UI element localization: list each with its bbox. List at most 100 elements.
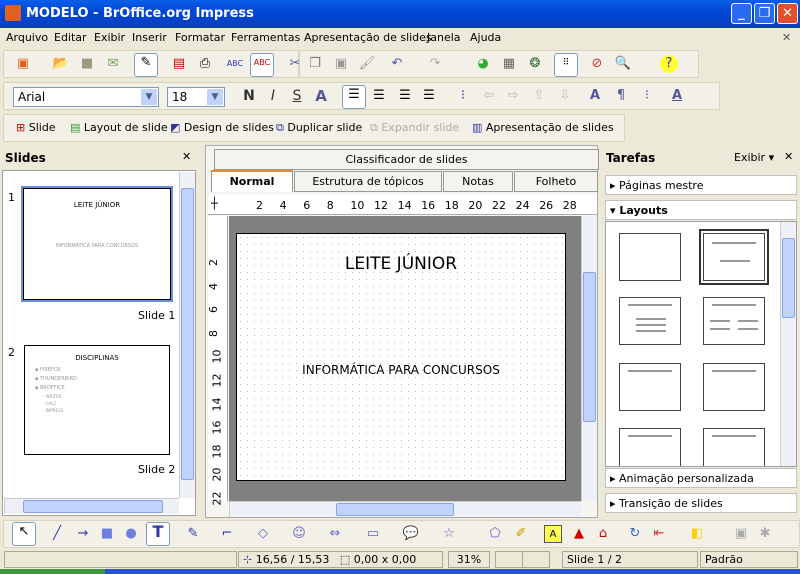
section-layouts[interactable]: ▾ Layouts (605, 200, 797, 220)
close-button[interactable]: ✕ (777, 3, 798, 24)
close-slides-panel-icon[interactable]: ✕ (182, 150, 191, 163)
layout-blank[interactable] (619, 233, 681, 281)
effects-icon[interactable]: ✱ (756, 525, 774, 543)
callouts-icon[interactable]: 💬 (402, 525, 420, 543)
export-pdf-icon[interactable]: ▤ (170, 55, 188, 73)
align-right-icon[interactable]: ☰ (396, 87, 414, 105)
layout-title-slide[interactable] (699, 229, 769, 285)
align-center-icon[interactable]: ☰ (370, 87, 388, 105)
layout-title-2-content[interactable] (703, 297, 765, 345)
undo-icon[interactable]: ↶ (388, 55, 406, 73)
close-tasks-icon[interactable]: ✕ (784, 150, 793, 163)
select-icon[interactable]: ↖ (12, 522, 36, 546)
demote-icon[interactable]: ⇨ (504, 87, 522, 105)
scroll-thumb[interactable] (782, 238, 795, 318)
tasks-view-menu[interactable]: Exibir ▾ (734, 151, 774, 164)
save-icon[interactable]: ■ (78, 55, 96, 73)
outline-button[interactable]: A (312, 87, 330, 105)
layout-title-content[interactable] (619, 297, 681, 345)
menu-ajuda[interactable]: Ajuda (470, 31, 501, 44)
section-master-pages[interactable]: ▸ Páginas mestre (605, 175, 797, 195)
layout-title-only[interactable] (619, 363, 681, 411)
autospellcheck-icon[interactable]: ABC (250, 53, 274, 77)
line-icon[interactable]: ╱ (48, 525, 66, 543)
symbol-shapes-icon[interactable]: ☺ (290, 525, 308, 543)
character-icon[interactable]: A (586, 87, 604, 105)
shadow-button[interactable]: S (288, 87, 306, 105)
minimize-button[interactable]: _ (731, 3, 752, 24)
slides-vertical-scrollbar[interactable] (179, 172, 195, 498)
arrow-icon[interactable]: → (74, 525, 92, 543)
edit-horizontal-scrollbar[interactable] (229, 501, 581, 517)
help-icon[interactable]: ? (660, 55, 678, 73)
paste-icon[interactable]: ▣ (332, 55, 350, 73)
spellcheck-icon[interactable]: ABC (226, 55, 244, 73)
menu-formatar[interactable]: Formatar (175, 31, 225, 44)
layouts-scrollbar[interactable] (780, 222, 796, 466)
layout-title-chart[interactable] (619, 428, 681, 466)
zoom-icon[interactable]: 🔍 (614, 55, 632, 73)
bullets-numbering-icon[interactable]: ⁝ (638, 87, 656, 105)
rectangle-icon[interactable]: ■ (98, 525, 116, 543)
extrusion-icon[interactable]: ⌂ (594, 525, 612, 543)
edit-file-icon[interactable]: ✎ (134, 53, 158, 77)
gallery-icon[interactable]: ▲ (570, 525, 588, 543)
menu-ferramentas[interactable]: Ferramentas (231, 31, 300, 44)
arrange-icon[interactable]: ◧ (688, 525, 706, 543)
email-icon[interactable]: ✉ (104, 55, 122, 73)
font-name-combo[interactable]: Arial ▼ (13, 87, 159, 107)
from-file-icon[interactable]: A (544, 525, 562, 543)
status-zoom[interactable]: 31% (448, 551, 490, 568)
fontwork-icon[interactable]: ✐ (512, 525, 530, 543)
bold-button[interactable]: N (240, 87, 258, 105)
start-button[interactable] (0, 569, 105, 574)
scroll-thumb[interactable] (336, 503, 454, 516)
tab-handout[interactable]: Folheto (514, 171, 598, 192)
grid-icon[interactable]: ⠿ (554, 53, 578, 77)
menu-inserir[interactable]: Inserir (132, 31, 167, 44)
print-icon[interactable]: ⎙ (196, 55, 214, 73)
navigator-icon[interactable]: ⊘ (588, 55, 606, 73)
basic-shapes-icon[interactable]: ◇ (254, 525, 272, 543)
restore-button[interactable]: ❐ (754, 3, 775, 24)
flowchart-icon[interactable]: ▭ (364, 525, 382, 543)
menu-exibir[interactable]: Exibir (94, 31, 125, 44)
slide-layout-button[interactable]: ▤ Layout de slide (70, 121, 168, 134)
text-icon[interactable]: T (146, 522, 170, 546)
edit-vertical-scrollbar[interactable] (581, 216, 597, 501)
scroll-thumb[interactable] (23, 500, 163, 513)
chevron-down-icon[interactable]: ▼ (141, 89, 157, 105)
section-custom-animation[interactable]: ▸ Animação personalizada (605, 468, 797, 488)
slide-title[interactable]: LEITE JÚNIOR (237, 254, 565, 274)
close-document-icon[interactable]: ✕ (782, 31, 791, 44)
layout-centered-text[interactable] (703, 363, 765, 411)
toggle-extrusion-icon[interactable]: ▣ (732, 525, 750, 543)
alignment-icon[interactable]: ⇤ (650, 525, 668, 543)
paragraph-icon[interactable]: ¶ (612, 87, 630, 105)
tab-outline[interactable]: Estrutura de tópicos (294, 171, 442, 192)
tab-notes[interactable]: Notas (443, 171, 513, 192)
block-arrows-icon[interactable]: ⇔ (326, 525, 344, 543)
expand-slide-button[interactable]: ⧉ Expandir slide (370, 121, 459, 135)
align-left-icon[interactable]: ☰ (342, 85, 366, 109)
scroll-thumb[interactable] (181, 188, 194, 480)
slide-show-button[interactable]: ▥ Apresentação de slides (472, 121, 614, 134)
new-slide-button[interactable]: ⊞ Slide (16, 121, 56, 134)
menu-janela[interactable]: Janela (427, 31, 461, 44)
layout-title-table[interactable] (703, 428, 765, 466)
ellipse-icon[interactable]: ● (122, 525, 140, 543)
open-icon[interactable]: 📂 (52, 55, 70, 73)
connector-icon[interactable]: ⌐ (218, 525, 236, 543)
chevron-down-icon[interactable]: ▼ (207, 89, 223, 105)
duplicate-slide-button[interactable]: ⧉ Duplicar slide (276, 121, 362, 135)
slide-design-button[interactable]: ◩ Design de slides (170, 121, 274, 134)
menu-apresentacao[interactable]: Apresentação de slides (304, 31, 432, 44)
slide-thumbnail-2[interactable]: DISCIPLINAS ▪ FIREFOX ▪ THUNDERBIRD ▪ BR… (24, 345, 170, 455)
slide-subtitle[interactable]: INFORMÁTICA PARA CONCURSOS (237, 363, 565, 377)
stars-icon[interactable]: ☆ (440, 525, 458, 543)
copy-icon[interactable]: ❐ (306, 55, 324, 73)
italic-button[interactable]: I (264, 87, 282, 105)
justify-icon[interactable]: ☰ (420, 87, 438, 105)
slide-thumbnail-1[interactable]: LEITE JÚNIOR INFORMÁTICA PARA CONCURSOS (21, 186, 173, 302)
curve-icon[interactable]: ✎ (184, 525, 202, 543)
